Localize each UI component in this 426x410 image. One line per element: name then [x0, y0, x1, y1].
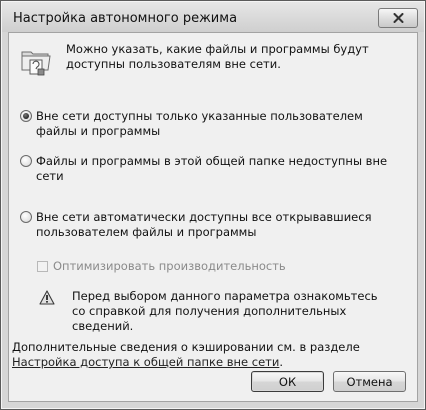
ok-button[interactable]: ОК [251, 371, 324, 392]
footer-text-before: Дополнительные сведения о кэшировании см… [12, 340, 360, 354]
option-specified-files-label: Вне сети доступны только указанные польз… [36, 109, 363, 138]
radio-specified-files[interactable] [20, 110, 32, 122]
option-no-offline-label: Файлы и программы в этой общей папке нед… [36, 154, 388, 183]
title-bar: Настройка автономного режима [2, 2, 424, 32]
warning-notice: Перед выбором данного параметра ознакомь… [39, 289, 382, 334]
warning-text: Перед выбором данного параметра ознакомь… [72, 289, 378, 333]
offline-settings-dialog: Настройка автономного режима Можно указа… [0, 0, 426, 410]
close-button[interactable] [378, 8, 418, 28]
optimize-performance-checkbox[interactable] [37, 260, 48, 272]
footer-text: Дополнительные сведения о кэшировании см… [12, 340, 412, 370]
close-icon [393, 13, 403, 23]
dialog-content: Можно указать, какие файлы и программы б… [8, 32, 418, 402]
optimize-performance-label: Оптимизировать производительность [53, 259, 286, 273]
optimize-performance-option[interactable]: Оптимизировать производительность [37, 259, 286, 273]
window-title: Настройка автономного режима [13, 11, 238, 26]
option-auto-offline[interactable]: Вне сети автоматически доступны все откр… [20, 210, 405, 240]
footer-text-after: . [279, 355, 283, 369]
option-auto-offline-label: Вне сети автоматически доступны все откр… [36, 210, 372, 239]
offline-files-icon [21, 51, 51, 76]
radio-auto-offline[interactable] [20, 211, 32, 223]
intro-text: Можно указать, какие файлы и программы б… [66, 42, 369, 71]
warning-icon [39, 290, 55, 305]
cancel-button[interactable]: Отмена [333, 371, 406, 392]
option-specified-files[interactable]: Вне сети доступны только указанные польз… [20, 109, 405, 139]
caching-help-link[interactable]: Настройка доступа к общей папке вне сети [12, 355, 279, 369]
radio-no-offline[interactable] [20, 155, 32, 167]
option-no-offline[interactable]: Файлы и программы в этой общей папке нед… [20, 154, 405, 184]
